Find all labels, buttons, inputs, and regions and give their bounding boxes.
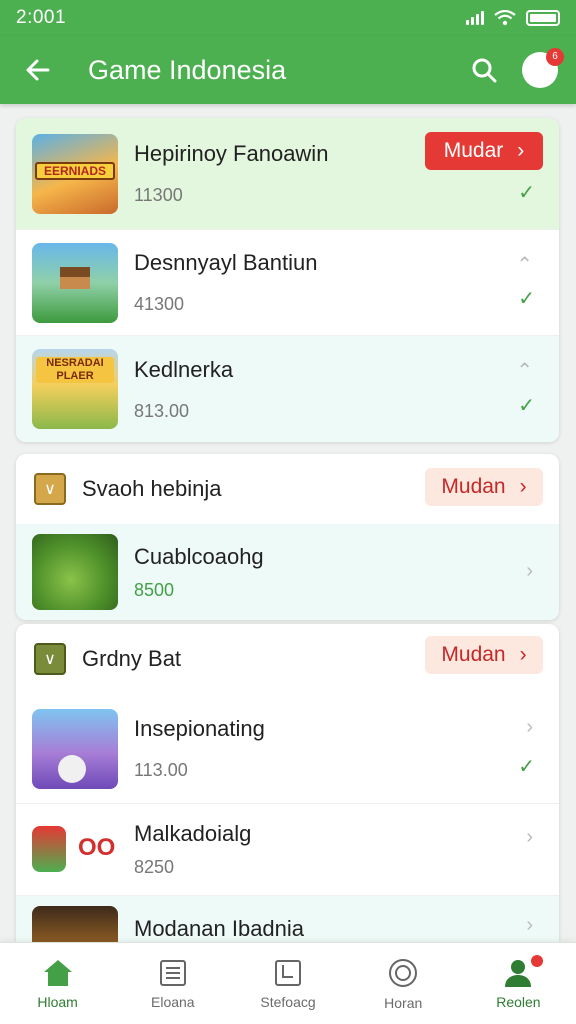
game-thumbnail [32,708,118,789]
mudan-button[interactable]: Mudan › [425,468,543,506]
section-header: ∨ Grdny Bat Mudan › [16,624,559,694]
list-item[interactable]: NESRADAI PLAER Kedlnerka 813.00 ⌃ ✓ [16,336,559,442]
app-bar: Game Indonesia 6 [0,36,576,104]
chevron-right-icon[interactable]: › [526,716,533,739]
bookmark-icon [275,959,301,986]
thumbnail-logo: EERNIADS [35,161,115,180]
check-icon: ✓ [518,182,535,204]
page-title: Game Indonesia [88,54,287,85]
chevron-down-icon[interactable]: ∨ [34,473,66,505]
game-thumbnail [32,534,118,610]
game-name: Malkadoialg [134,821,252,846]
list-item[interactable]: OO Malkadoialg 8250 › [16,804,559,896]
signal-icon [466,11,484,25]
game-list-card-3: ∨ Grdny Bat Mudan › Insepionating 113.00 … [16,624,559,942]
game-count: 11300 [134,185,183,205]
chevron-right-icon[interactable]: › [526,914,533,937]
check-icon: ✓ [518,395,535,417]
list-item[interactable]: Modanan Ibadnia › [16,896,559,942]
section-title: Svaoh hebinja [82,476,222,501]
chevron-right-icon: › [519,475,527,498]
nav-profile[interactable]: Reolen [461,943,576,1024]
game-name: Desnnyayl Bantiun [134,250,318,275]
arrow-left-icon [26,59,50,81]
thumbnail-logo: OO [78,833,116,861]
list-item[interactable]: Cuablcoaohg 8500 › [16,524,559,620]
check-icon: ✓ [518,288,535,310]
back-button[interactable] [18,50,58,90]
nav-circle[interactable]: Horan [346,943,461,1024]
game-thumbnail: EERNIADS [32,133,118,214]
game-thumbnail: NESRADAI PLAER [32,349,118,429]
status-bar: 2:001 [0,0,576,36]
game-count: 41300 [134,294,185,314]
section-header: ∨ Svaoh hebinja Mudan › [16,454,559,524]
nav-list[interactable]: Eloana [115,943,230,1024]
game-thumbnail [32,242,118,323]
profile-avatar[interactable]: 6 [522,48,564,88]
wifi-icon [494,10,516,26]
bottom-navigation: Hloam Eloana Stefoacg Horan Reolen [0,942,576,1024]
mudan-button[interactable]: Mudan › [425,636,543,674]
nav-bookmark[interactable]: Stefoacg [230,943,345,1024]
game-name: Insepionating [134,716,265,741]
chevron-right-icon[interactable]: › [526,560,533,583]
game-count: 8250 [134,857,175,877]
section-title: Grdny Bat [82,646,182,671]
profile-icon [505,959,532,987]
game-thumbnail [32,906,118,942]
game-name: Cuablcoaohg [134,543,264,569]
list-icon [159,959,186,986]
battery-icon [526,10,560,26]
thumbnail-logo: NESRADAI PLAER [36,357,114,383]
game-name: Modanan Ibadnia [134,916,305,941]
notification-badge: 6 [546,48,564,66]
game-list-card-1: EERNIADS Hepirinoy Fanoawin 11300 Mudar ›… [16,118,559,442]
notification-dot [530,955,543,967]
game-count: 113.00 [134,760,188,780]
search-icon [472,58,497,83]
mudar-button[interactable]: Mudar › [425,132,543,170]
game-list-card-2: ∨ Svaoh hebinja Mudan › Cuablcoaohg 8500 … [16,454,559,620]
list-item[interactable]: EERNIADS Hepirinoy Fanoawin 11300 Mudar ›… [16,118,559,230]
chevron-right-icon: › [519,643,527,666]
chevron-right-icon[interactable]: › [526,826,533,849]
list-item[interactable]: Desnnyayl Bantiun 41300 ⌃ ✓ [16,230,559,336]
chevron-up-icon[interactable]: ⌃ [516,252,533,277]
home-icon [43,959,72,986]
chevron-right-icon: › [517,139,525,162]
search-button[interactable] [464,50,504,90]
check-icon: ✓ [518,756,535,778]
list-item[interactable]: Insepionating 113.00 › ✓ [16,694,559,804]
chevron-down-icon[interactable]: ∨ [34,643,66,675]
game-name: Kedlnerka [134,356,234,382]
game-count: 8500 [134,579,175,600]
game-thumbnail: OO [32,809,118,890]
system-icons [466,10,560,26]
nav-home[interactable]: Hloam [0,943,115,1024]
circle-icon [389,958,418,987]
game-count: 813.00 [134,400,190,421]
chevron-up-icon[interactable]: ⌃ [516,358,533,383]
status-time: 2:001 [16,7,67,28]
